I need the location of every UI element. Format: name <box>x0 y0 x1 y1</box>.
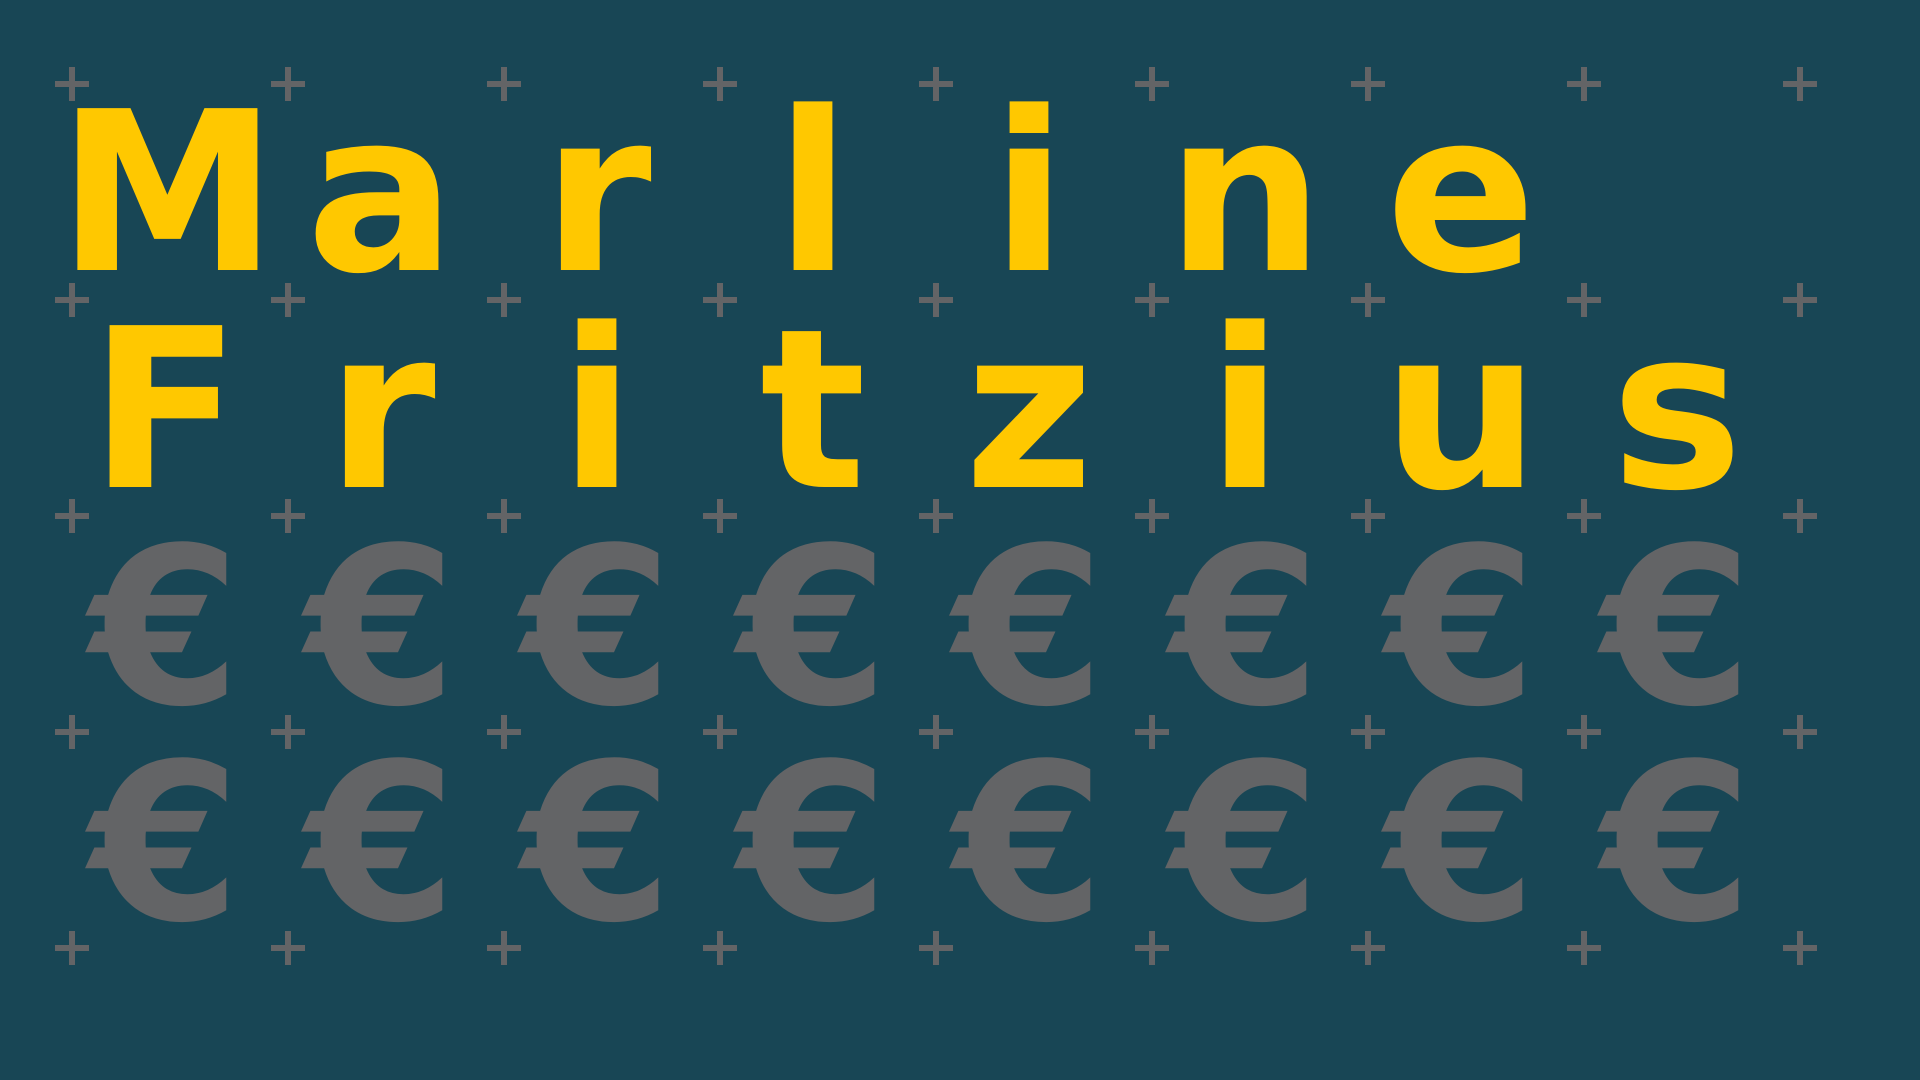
euro-icon: € <box>953 502 1105 755</box>
euro-icon: € <box>953 718 1105 971</box>
name-letter: s <box>1610 282 1744 540</box>
euro-icon: € <box>1601 718 1753 971</box>
euro-icon: € <box>89 718 241 971</box>
euro-icon: € <box>89 502 241 755</box>
euro-icon: € <box>305 718 457 971</box>
plus-icon <box>1783 931 1817 965</box>
name-letter: M <box>57 65 278 323</box>
name-letter: u <box>1381 282 1541 540</box>
euro-icon: € <box>737 502 889 755</box>
euro-icon: € <box>1385 718 1537 971</box>
name-letter: i <box>558 282 636 540</box>
name-line: FritziusFritzius <box>0 300 1920 530</box>
name-letter: z <box>964 282 1094 540</box>
euro-icon: € <box>1169 502 1321 755</box>
name-letter: n <box>1165 65 1325 323</box>
euro-icon: € <box>737 718 889 971</box>
name-line: MarlineMarline <box>0 83 1920 313</box>
plus-icon <box>1783 715 1817 749</box>
name-letter: t <box>759 282 867 540</box>
name-letter: i <box>1206 282 1284 540</box>
euro-icon: € <box>521 718 673 971</box>
name-letter: r <box>542 65 652 323</box>
name-letter: r <box>326 282 436 540</box>
euro-icon: € <box>305 502 457 755</box>
euro-icon: € <box>1169 718 1321 971</box>
euro-icon: € <box>1601 502 1753 755</box>
poster-canvas: MarlineMarlineFritziusFritzius €€€€€€€€€… <box>0 0 1920 1080</box>
name-letter: i <box>990 65 1068 323</box>
name-letter: F <box>89 282 241 540</box>
name-letter: a <box>306 65 456 323</box>
name-letter: e <box>1385 65 1537 323</box>
euro-icon: € <box>521 502 673 755</box>
euro-icon: € <box>1385 502 1537 755</box>
name-letter: l <box>774 65 852 323</box>
